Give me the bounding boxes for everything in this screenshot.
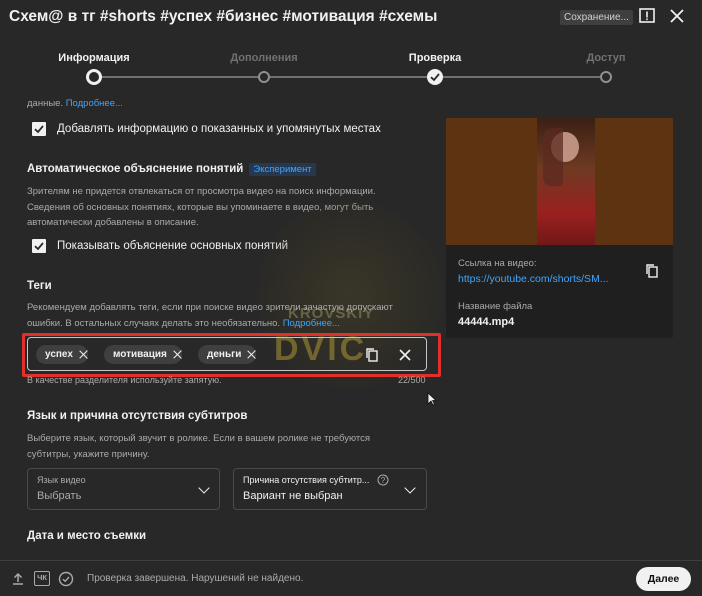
- stepper-line: [435, 76, 606, 78]
- concepts-desc-line: Сведения об основных понятиях, которые в…: [27, 201, 374, 213]
- stepper-line: [264, 76, 435, 78]
- places-checkbox[interactable]: [32, 122, 46, 136]
- step-checks-dot[interactable]: [427, 69, 443, 85]
- intro-text-row: данные. Подробнее...: [27, 96, 123, 111]
- dialog-header: Схем@ в тг #shorts #успех #бизнес #мотив…: [0, 0, 702, 36]
- concepts-title: Автоматическое объяснение понятий: [27, 163, 244, 175]
- caption-reason-value: Вариант не выбран: [243, 490, 343, 502]
- saving-status-badge: Сохранение...: [560, 10, 633, 25]
- video-language-value: Выбрать: [37, 490, 82, 502]
- tags-section-title: Теги: [27, 280, 52, 292]
- upload-icon[interactable]: [10, 571, 26, 587]
- video-link-label: Ссылка на видео:: [458, 258, 537, 269]
- date-location-section-title: Дата и место съемки: [27, 530, 147, 542]
- step-extras-dot[interactable]: [258, 71, 270, 83]
- tags-counter: 22/500: [398, 375, 426, 385]
- check-icon: [34, 242, 44, 251]
- language-description: Выберите язык, который звучит в ролике. …: [27, 431, 427, 462]
- tags-hint: В качестве разделителя используйте запят…: [27, 375, 222, 385]
- file-name-value: 44444.mp4: [458, 316, 515, 328]
- intro-more-link[interactable]: Подробнее...: [66, 98, 123, 109]
- tags-desc-line: Рекомендуем добавлять теги, если при пои…: [27, 302, 393, 313]
- step-checks-label[interactable]: Проверка: [409, 52, 461, 64]
- language-section-title: Язык и причина отсутствия субтитров: [27, 410, 248, 422]
- caption-reason-select[interactable]: Причина отсутствия субтитр... ? Вариант …: [233, 468, 427, 510]
- step-info-dot[interactable]: [86, 69, 102, 85]
- step-visibility-dot[interactable]: [600, 71, 612, 83]
- video-letterbox: [595, 118, 673, 245]
- video-link[interactable]: https://youtube.com/shorts/SM...: [458, 273, 609, 285]
- concepts-section-title: Автоматическое объяснение понятий Экспери…: [27, 163, 316, 176]
- help-icon[interactable]: ?: [377, 474, 389, 486]
- dialog-title: Схем@ в тг #shorts #успех #бизнес #мотив…: [9, 8, 438, 25]
- concepts-desc-line: автоматически добавлены в описание.: [27, 217, 199, 228]
- next-button[interactable]: Далее: [636, 567, 691, 591]
- checks-status-text: Проверка завершена. Нарушений не найдено…: [87, 573, 304, 584]
- experiment-badge: Эксперимент: [249, 163, 316, 176]
- dialog-footer: ЧК Проверка завершена. Нарушений не найд…: [0, 560, 702, 596]
- check-icon: [34, 125, 44, 134]
- step-visibility-label[interactable]: Доступ: [586, 52, 625, 64]
- file-name-label: Название файла: [458, 301, 533, 312]
- checkmark-icon: [430, 73, 440, 82]
- upload-stepper: Информация Дополнения Проверка Доступ: [0, 40, 702, 92]
- stepper-line: [94, 76, 264, 78]
- video-language-select[interactable]: Язык видео Выбрать: [27, 468, 220, 510]
- chevron-down-icon: [404, 482, 416, 494]
- tags-desc-line-2: ошибки. В остальных случаях делать это н…: [27, 317, 340, 329]
- concepts-checkbox[interactable]: [32, 239, 46, 253]
- video-preview-card: Ссылка на видео: https://youtube.com/sho…: [446, 118, 673, 338]
- tags-highlight-frame: [22, 333, 441, 377]
- feedback-icon[interactable]: [638, 7, 656, 25]
- video-letterbox: [446, 118, 537, 245]
- subtitles-icon[interactable]: ЧК: [34, 571, 50, 586]
- caption-reason-label: Причина отсутствия субтитр...: [243, 475, 370, 485]
- tags-description: Рекомендуем добавлять теги, если при пои…: [27, 300, 427, 331]
- step-info-label[interactable]: Информация: [58, 52, 129, 64]
- video-thumbnail[interactable]: [446, 118, 673, 245]
- mouse-cursor-icon: [427, 392, 437, 406]
- tags-more-link[interactable]: Подробнее...: [283, 318, 340, 329]
- video-language-label: Язык видео: [37, 475, 86, 485]
- svg-text:?: ?: [381, 476, 386, 485]
- concepts-checkbox-row[interactable]: Показывать объяснение основных понятий: [27, 239, 288, 253]
- close-icon[interactable]: [668, 7, 686, 25]
- chevron-down-icon: [198, 482, 210, 494]
- places-checkbox-label: Добавлять информацию о показанных и упом…: [57, 123, 381, 135]
- places-checkbox-row[interactable]: Добавлять информацию о показанных и упом…: [27, 122, 381, 136]
- language-desc-line: субтитры, укажите причину.: [27, 448, 150, 460]
- step-extras-label[interactable]: Дополнения: [230, 52, 297, 64]
- copy-link-icon[interactable]: [645, 263, 659, 279]
- language-desc-line: Выберите язык, который звучит в ролике. …: [27, 433, 371, 444]
- concepts-checkbox-label: Показывать объяснение основных понятий: [57, 240, 289, 252]
- concepts-description: Зрителям не придется отвлекаться от прос…: [27, 184, 427, 231]
- concepts-desc-line: Зрителям не придется отвлекаться от прос…: [27, 186, 376, 197]
- checks-complete-icon[interactable]: [58, 571, 74, 587]
- intro-text: данные.: [27, 98, 64, 109]
- video-frame: [537, 118, 595, 245]
